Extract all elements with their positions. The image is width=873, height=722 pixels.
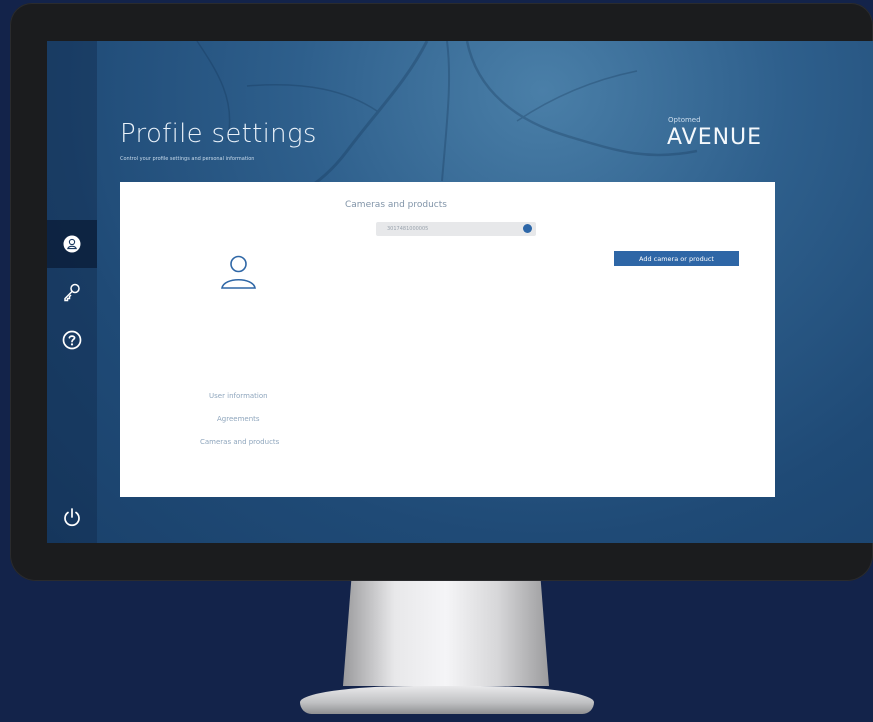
- help-icon: [62, 330, 82, 350]
- profile-nav-cameras-products[interactable]: Cameras and products: [200, 438, 279, 446]
- page-subtitle: Control your profile settings and person…: [120, 156, 255, 162]
- sidebar-item-profile[interactable]: [47, 220, 97, 268]
- add-camera-button[interactable]: Add camera or product: [614, 251, 739, 266]
- monitor-stand: [343, 581, 549, 686]
- page-title: Profile settings: [120, 119, 317, 149]
- sidebar-item-security[interactable]: [47, 268, 97, 316]
- brand-logo: AVENUE: [667, 125, 763, 150]
- brand-company: Optomed: [668, 116, 701, 124]
- profile-nav-agreements[interactable]: Agreements: [217, 415, 260, 423]
- profile-avatar-icon: [221, 255, 256, 289]
- sidebar-item-logout[interactable]: [47, 493, 97, 541]
- user-icon: [63, 235, 81, 253]
- device-list-item[interactable]: 3017481000005: [376, 222, 536, 236]
- section-title: Cameras and products: [345, 200, 447, 210]
- settings-panel: User information Agreements Cameras and …: [120, 182, 775, 497]
- key-icon: [64, 283, 80, 302]
- app-screen: Profile settings Control your profile se…: [47, 41, 873, 543]
- monitor-base: [300, 686, 594, 714]
- power-icon: [64, 508, 80, 527]
- profile-nav-user-information[interactable]: User information: [209, 392, 268, 400]
- sidebar-item-help[interactable]: [47, 316, 97, 364]
- device-status-dot[interactable]: [523, 224, 532, 233]
- sidebar: [47, 41, 97, 543]
- device-serial: 3017481000005: [387, 226, 429, 232]
